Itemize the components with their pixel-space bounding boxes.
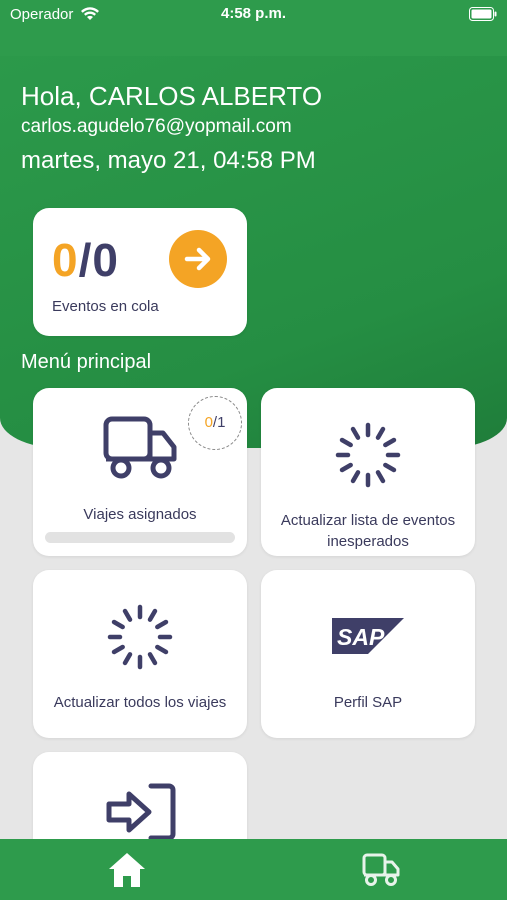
sign-in-icon xyxy=(106,783,176,841)
spinner-dash xyxy=(147,608,158,622)
spinner-dash xyxy=(339,462,353,473)
spinner-dash xyxy=(155,619,169,630)
user-header: Hola, CARLOS ALBERTO carlos.agudelo76@yo… xyxy=(21,80,322,176)
assigned-trips-tile[interactable]: 0/1 Viajes asignados xyxy=(33,388,247,556)
user-email: carlos.agudelo76@yopmail.com xyxy=(21,116,292,137)
spinner-dash xyxy=(122,652,133,666)
tab-trips[interactable] xyxy=(254,839,507,900)
spinner-dash xyxy=(122,608,133,622)
spinner-dash xyxy=(111,619,125,630)
spinner-dash xyxy=(375,426,386,440)
spinner-dash xyxy=(339,437,353,448)
send-queue-button[interactable] xyxy=(169,230,227,288)
trips-done-count: 0 xyxy=(204,414,213,431)
sap-logo-text: SAP xyxy=(337,624,385,650)
truck-icon xyxy=(362,853,400,886)
spinner-dash xyxy=(350,426,361,440)
assigned-trips-label: Viajes asignados xyxy=(83,506,197,523)
truck-icon xyxy=(103,416,177,479)
queue-done-count: 0 xyxy=(52,234,79,286)
greeting: Hola, CARLOS ALBERTO xyxy=(21,81,323,111)
queue-separator: / xyxy=(78,234,93,286)
spinner-dash xyxy=(350,470,361,484)
sap-profile-label: Perfil SAP xyxy=(333,694,403,711)
spinner-icon xyxy=(107,604,173,670)
status-bar: Operador 4:58 p.m. xyxy=(0,0,507,30)
battery-icon xyxy=(469,7,497,26)
spinner-dash xyxy=(147,652,158,666)
spinner-dash xyxy=(383,462,397,473)
spinner-icon xyxy=(335,422,401,488)
spinner-dash xyxy=(155,644,169,655)
spinner-dash xyxy=(383,437,397,448)
refresh-unexpected-events-label: Actualizar lista de eventos inesperados xyxy=(280,512,456,550)
refresh-all-trips-label: Actualizar todos los viajes xyxy=(53,694,227,711)
sap-profile-tile[interactable]: SAP Perfil SAP xyxy=(261,570,475,738)
refresh-unexpected-events-tile[interactable]: Actualizar lista de eventos inesperados xyxy=(261,388,475,556)
queue-total-count: 0 xyxy=(92,234,119,286)
spinner-dash xyxy=(111,644,125,655)
events-queue-card[interactable]: 0/0 Eventos en cola xyxy=(33,208,247,336)
trips-progress-bar xyxy=(45,532,235,543)
sap-logo-icon: SAP xyxy=(332,618,404,654)
bottom-tab-bar xyxy=(0,839,507,900)
refresh-all-trips-tile[interactable]: Actualizar todos los viajes xyxy=(33,570,247,738)
arrow-right-icon xyxy=(184,247,211,271)
menu-title: Menú principal xyxy=(21,351,152,373)
current-datetime: martes, mayo 21, 04:58 PM xyxy=(21,147,316,174)
queue-counter: 0/0 xyxy=(52,233,119,287)
tab-home[interactable] xyxy=(0,839,253,900)
spinner-dash xyxy=(375,470,386,484)
clock: 4:58 p.m. xyxy=(220,5,287,22)
trips-total-count: 1 xyxy=(217,414,226,431)
trips-count-badge: 0/1 xyxy=(188,396,242,450)
queue-label: Eventos en cola xyxy=(52,298,159,315)
home-icon xyxy=(109,853,145,887)
